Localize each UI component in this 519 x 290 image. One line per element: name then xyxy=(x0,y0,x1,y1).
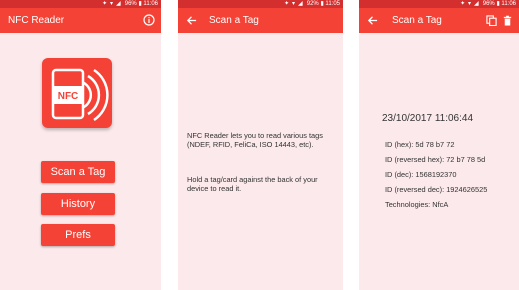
app-title: NFC Reader xyxy=(8,15,65,26)
battery-icon: ▮ xyxy=(320,1,324,7)
status-icons: ✦ ▾ ◢ xyxy=(102,0,122,7)
scan-timestamp: 23/10/2017 11:06:44 xyxy=(382,113,474,124)
battery-icon: ▮ xyxy=(496,1,500,7)
app-bar: Scan a Tag xyxy=(178,8,343,33)
status-time: 11:06 xyxy=(501,1,516,7)
app-bar: NFC Reader xyxy=(0,8,161,33)
result-row: Technologies: NfcA xyxy=(385,200,449,209)
status-bar: ✦ ▾ ◢ 92% ▮ 11:05 xyxy=(178,0,343,8)
status-bar: ✦ ▾ ◢ 96% ▮ 11:06 xyxy=(359,0,519,8)
back-arrow-icon[interactable] xyxy=(365,13,379,27)
delete-icon[interactable] xyxy=(500,13,514,27)
screen-title: Scan a Tag xyxy=(392,15,442,26)
battery-level: 96% xyxy=(124,1,137,7)
status-icons: ✦ ▾ ◢ xyxy=(284,0,304,7)
status-time: 11:05 xyxy=(325,1,340,7)
result-row: ID (reversed hex): 72 b7 78 5d xyxy=(385,155,486,164)
status-bar: ✦ ▾ ◢ 96% ▮ 11:06 xyxy=(0,0,161,8)
battery-level: 92% xyxy=(306,1,319,7)
prefs-button[interactable]: Prefs xyxy=(41,224,115,246)
description-text: NFC Reader lets you to read various tags… xyxy=(187,131,323,150)
status-time: 11:06 xyxy=(143,1,158,7)
info-icon[interactable] xyxy=(142,13,156,27)
screen-title: Scan a Tag xyxy=(209,15,259,26)
main-screen: ✦ ▾ ◢ 96% ▮ 11:06 NFC Reader NFC Scan a … xyxy=(0,0,161,290)
nfc-app-icon: NFC xyxy=(42,58,112,128)
history-button[interactable]: History xyxy=(41,193,115,215)
back-arrow-icon[interactable] xyxy=(184,13,198,27)
status-icons: ✦ ▾ ◢ xyxy=(460,0,480,7)
app-bar: Scan a Tag xyxy=(359,8,519,33)
scan-tag-button[interactable]: Scan a Tag xyxy=(41,161,115,183)
scan-screen: ✦ ▾ ◢ 92% ▮ 11:05 Scan a Tag NFC Reader … xyxy=(178,0,343,290)
battery-level: 96% xyxy=(482,1,495,7)
copy-icon[interactable] xyxy=(484,13,498,27)
result-row: ID (reversed dec): 1924626525 xyxy=(385,185,488,194)
result-row: ID (dec): 1568192370 xyxy=(385,170,457,179)
result-screen: ✦ ▾ ◢ 96% ▮ 11:06 Scan a Tag 23/10/2017 … xyxy=(359,0,519,290)
result-row: ID (hex): 5d 78 b7 72 xyxy=(385,140,455,149)
battery-icon: ▮ xyxy=(138,1,142,7)
instruction-text: Hold a tag/card against the back of your… xyxy=(187,175,318,194)
app-icon-label: NFC xyxy=(58,91,79,102)
